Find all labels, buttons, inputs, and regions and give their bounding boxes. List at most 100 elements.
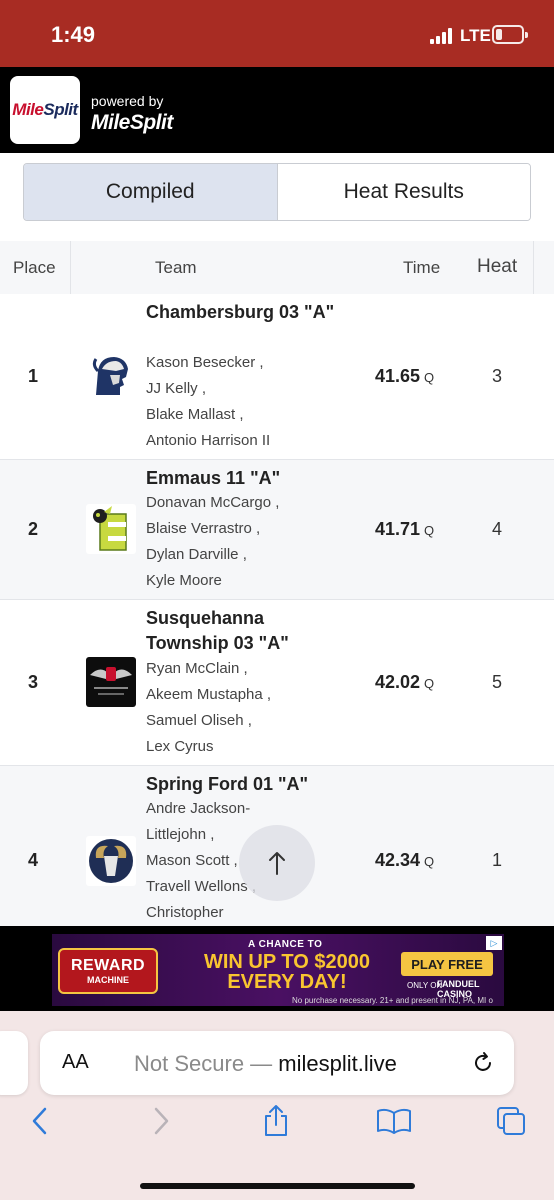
result-time: 41.65 Q — [375, 366, 434, 387]
team-name[interactable]: Chambersburg 03 "A" — [146, 300, 346, 325]
ad-creative[interactable]: REWARD MACHINE A CHANCE TO WIN UP TO $20… — [52, 934, 504, 1006]
row-place: 2 — [28, 519, 39, 539]
ad-disclaimer: No purchase necessary. 21+ and present i… — [292, 996, 493, 1005]
powered-by-label: powered by — [91, 93, 164, 109]
reward-machine-badge: REWARD MACHINE — [58, 948, 158, 994]
qualifier-mark: Q — [424, 676, 435, 691]
ram-head-icon — [86, 836, 136, 886]
time-value: 41.71 — [375, 519, 421, 539]
hornet-e-icon — [86, 504, 136, 554]
tab-heat-results[interactable]: Heat Results — [277, 164, 530, 220]
athlete-name[interactable]: Samuel Oliseh , — [146, 708, 271, 734]
result-time: 42.34 Q — [375, 850, 434, 871]
results-tabs: Compiled Heat Results — [23, 163, 531, 221]
athlete-name[interactable]: Blaise Verrastro , — [146, 516, 279, 542]
ad-headline-line2: EVERY DAY! — [227, 971, 347, 993]
url-display[interactable]: Not Secure — milesplit.live — [134, 1051, 397, 1077]
row-place: 4 — [28, 850, 39, 870]
ad-badge-title: REWARD — [70, 957, 146, 974]
share-icon — [265, 1105, 287, 1136]
book-icon — [377, 1108, 411, 1134]
table-row[interactable]: 3 Susquehanna Township 03 "A" Ryan McCla… — [0, 600, 554, 766]
team-name[interactable]: Susquehanna Township 03 "A" — [146, 606, 346, 656]
adchoices-icon[interactable]: ▷ — [486, 936, 502, 950]
table-header: Place Team Time Heat — [0, 241, 554, 294]
athlete-list: Donavan McCargo , Blaise Verrastro , Dyl… — [146, 490, 279, 594]
ad-headline-line1: WIN UP TO $2000 — [204, 951, 370, 973]
text-size-label: AA — [62, 1051, 89, 1073]
team-name[interactable]: Spring Ford 01 "A" — [146, 772, 346, 797]
result-time: 42.02 Q — [375, 672, 434, 693]
header-heat[interactable]: Heat — [477, 256, 517, 278]
network-label: LTE — [460, 26, 491, 45]
athlete-name[interactable]: JJ Kelly , — [146, 376, 270, 402]
qualifier-mark: Q — [424, 523, 435, 538]
text-size-button[interactable]: AA — [62, 1051, 89, 1074]
athlete-name[interactable]: Travell Wellons , — [146, 874, 256, 900]
browser-toolbar — [0, 1091, 554, 1151]
athlete-name[interactable]: Donavan McCargo , — [146, 490, 279, 516]
tabs-icon — [497, 1107, 525, 1135]
scroll-to-top-button[interactable] — [239, 825, 315, 901]
table-row[interactable]: 2 Emmaus 11 "A" Donavan McCargo , Blaise… — [0, 460, 554, 600]
status-bar: 1:49 LTE — [0, 0, 554, 67]
athlete-name[interactable]: Blake Mallast , — [146, 402, 270, 428]
previous-tab-peek[interactable] — [0, 1031, 28, 1095]
logo-text-blue: Split — [43, 100, 78, 119]
battery-icon — [492, 25, 528, 44]
heat-number: 4 — [492, 519, 503, 539]
time-value: 42.34 — [375, 850, 421, 870]
athlete-name[interactable]: Dylan Darville , — [146, 542, 279, 568]
not-secure-label: Not Secure — — [134, 1051, 273, 1076]
chevron-right-icon — [154, 1107, 169, 1135]
ad-banner[interactable]: REWARD MACHINE A CHANCE TO WIN UP TO $20… — [0, 926, 554, 1011]
play-free-button[interactable]: PLAY FREE — [401, 952, 493, 976]
heat-number: 5 — [492, 672, 503, 692]
winged-shoe-icon — [86, 657, 136, 707]
athlete-name[interactable]: Antonio Harrison II — [146, 428, 270, 454]
status-time: 1:49 — [51, 22, 96, 47]
athlete-name[interactable]: Littlejohn , — [146, 822, 256, 848]
reload-icon[interactable] — [471, 1051, 495, 1075]
home-indicator[interactable] — [140, 1183, 415, 1189]
signal-strength-icon — [430, 27, 456, 44]
athlete-name[interactable]: Ryan McClain , — [146, 656, 271, 682]
team-name[interactable]: Emmaus 11 "A" — [146, 466, 346, 491]
time-value: 42.02 — [375, 672, 421, 692]
athlete-name[interactable]: Akeem Mustapha , — [146, 682, 271, 708]
time-value: 41.65 — [375, 366, 421, 386]
browser-chrome: AA Not Secure — milesplit.live — [0, 1011, 554, 1200]
header-place[interactable]: Place — [13, 258, 56, 278]
athlete-name[interactable]: Lex Cyrus — [146, 734, 271, 760]
athlete-name[interactable]: Kason Besecker , — [146, 350, 270, 376]
header-time[interactable]: Time — [403, 258, 440, 278]
ad-badge-subtitle: MACHINE — [87, 975, 129, 985]
heat-number: 3 — [492, 366, 503, 386]
athlete-list: Ryan McClain , Akeem Mustapha , Samuel O… — [146, 656, 271, 760]
powered-by-brand: MileSplit — [91, 111, 173, 134]
milesplit-logo[interactable]: MileSplit — [10, 76, 80, 144]
athlete-list: Kason Besecker , JJ Kelly , Blake Mallas… — [146, 350, 270, 454]
tab-compiled[interactable]: Compiled — [24, 164, 278, 220]
back-button[interactable] — [22, 1103, 58, 1139]
tabs-button[interactable] — [493, 1103, 529, 1139]
row-place: 3 — [28, 672, 39, 692]
table-row[interactable]: 1 Chambersburg 03 "A" Kason Besecker , J… — [0, 294, 554, 460]
bookmarks-button[interactable] — [376, 1103, 412, 1139]
forward-button[interactable] — [143, 1103, 179, 1139]
ad-headline: WIN UP TO $2000 EVERY DAY! — [187, 952, 387, 992]
chevron-left-icon — [32, 1107, 47, 1135]
share-button[interactable] — [258, 1103, 294, 1139]
app-header: MileSplit powered by MileSplit — [0, 67, 554, 153]
header-team[interactable]: Team — [155, 258, 197, 278]
ad-chance-text: A CHANCE TO — [248, 939, 323, 950]
athlete-name[interactable]: Andre Jackson- — [146, 796, 256, 822]
trojan-head-icon — [86, 351, 136, 401]
logo-text-red: Mile — [12, 100, 44, 119]
qualifier-mark: Q — [424, 370, 435, 385]
row-place: 1 — [28, 366, 39, 386]
athlete-name[interactable]: Christopher — [146, 900, 256, 926]
address-bar[interactable]: AA Not Secure — milesplit.live — [40, 1031, 514, 1095]
athlete-name[interactable]: Kyle Moore — [146, 568, 279, 594]
result-time: 41.71 Q — [375, 519, 434, 540]
